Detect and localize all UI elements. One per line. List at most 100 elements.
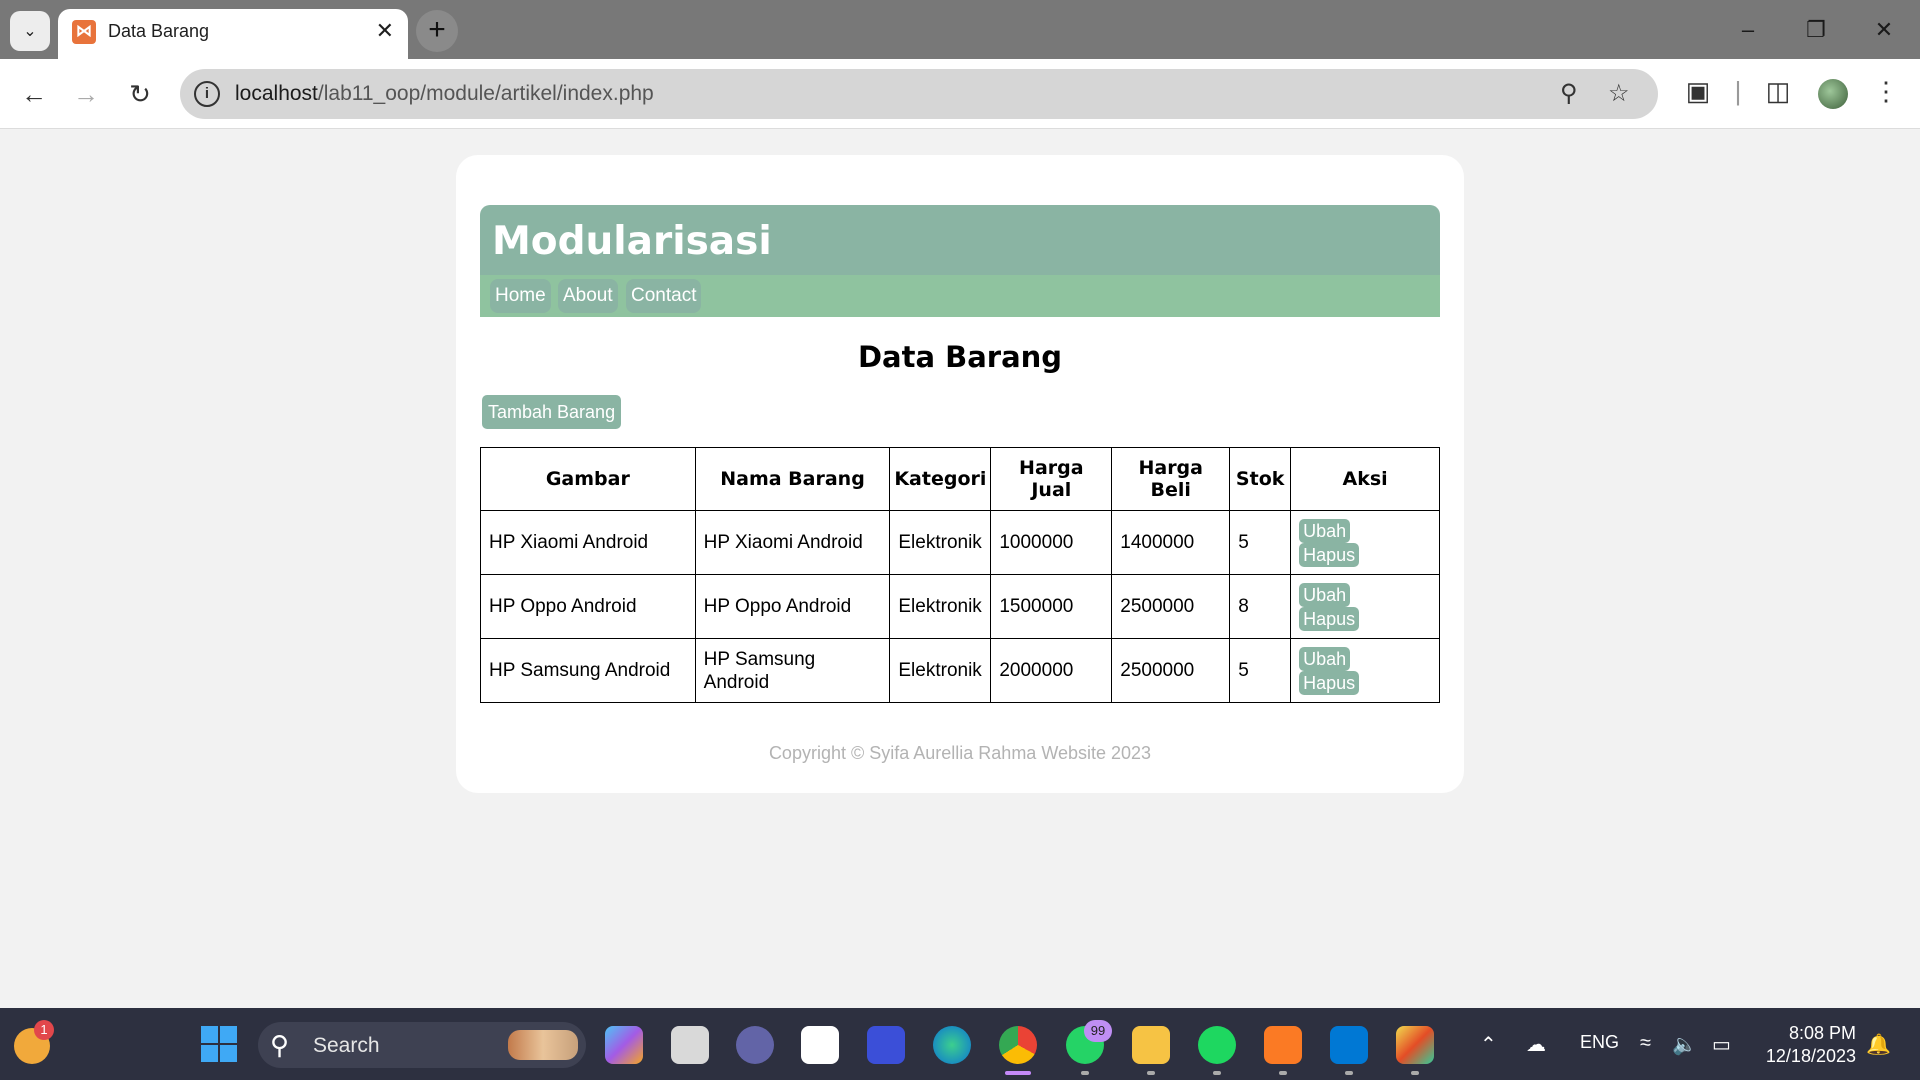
file-explorer-icon[interactable] — [1132, 1026, 1170, 1064]
url-text[interactable]: localhost/lab11_oop/module/artikel/index… — [235, 82, 654, 106]
bookmark-star-icon[interactable]: ☆ — [1608, 79, 1630, 108]
close-tab-icon[interactable]: ✕ — [376, 19, 394, 43]
delete-button[interactable]: Hapus — [1299, 606, 1360, 631]
cell-harga-beli: 2500000 — [1111, 638, 1231, 703]
running-indicator — [1345, 1071, 1353, 1075]
running-indicator — [1081, 1071, 1089, 1075]
chevron-down-icon: ⌄ — [23, 23, 37, 40]
spotify-icon[interactable] — [1198, 1026, 1236, 1064]
app-icon[interactable] — [1396, 1026, 1434, 1064]
site-info-icon[interactable]: i — [194, 81, 220, 107]
forward-icon[interactable]: → — [66, 74, 106, 114]
extensions-icon[interactable]: ▣ — [1680, 76, 1716, 107]
weather-badge: 1 — [34, 1020, 54, 1040]
cell-nama: HP Oppo Android — [694, 574, 891, 639]
site-nav: Home About Contact — [480, 275, 1440, 317]
clock-date: 12/18/2023 — [1765, 1046, 1856, 1066]
microsoft-store-icon[interactable] — [801, 1026, 839, 1064]
table-row: HP Oppo Android HP Oppo Android Elektron… — [480, 574, 1440, 639]
nav-home-link[interactable]: Home — [490, 279, 551, 313]
reload-icon[interactable]: ↻ — [120, 74, 160, 114]
col-gambar: Gambar — [480, 447, 696, 511]
running-indicator — [1213, 1071, 1221, 1075]
cell-harga-jual: 1000000 — [990, 510, 1113, 575]
new-tab-button[interactable]: + — [416, 10, 458, 52]
search-highlight-art — [508, 1030, 578, 1060]
chat-icon[interactable] — [736, 1026, 774, 1064]
volume-icon[interactable]: 🔈 — [1672, 1032, 1697, 1057]
col-harga-beli: Harga Beli — [1111, 447, 1231, 511]
notification-bell-icon[interactable]: 🔔 — [1866, 1032, 1891, 1057]
delete-button[interactable]: Hapus — [1299, 542, 1360, 567]
cell-harga-jual: 1500000 — [990, 574, 1113, 639]
active-app-indicator — [1005, 1071, 1031, 1075]
cell-harga-beli: 1400000 — [1111, 510, 1231, 575]
task-view-icon[interactable] — [671, 1026, 709, 1064]
browser-titlebar: ⌄ ⋈ Data Barang ✕ + – ❐ ✕ — [0, 0, 1920, 59]
site-title: Modularisasi — [492, 219, 772, 264]
windows-start-icon[interactable] — [201, 1026, 237, 1062]
browser-toolbar: ← → ↻ i localhost/lab11_oop/module/artik… — [0, 59, 1920, 129]
add-item-button[interactable]: Tambah Barang — [482, 395, 622, 429]
table-row: HP Samsung Android HP Samsung Android El… — [480, 638, 1440, 703]
toolbar-divider: | — [1734, 76, 1742, 106]
cell-aksi: Ubah Hapus — [1290, 510, 1440, 575]
profile-avatar[interactable] — [1818, 79, 1848, 109]
col-stok: Stok — [1229, 447, 1292, 511]
copilot-icon[interactable] — [605, 1026, 643, 1064]
browser-tab[interactable]: ⋈ Data Barang ✕ — [58, 9, 408, 59]
back-icon[interactable]: ← — [14, 74, 54, 114]
tab-search-button[interactable]: ⌄ — [10, 11, 50, 51]
col-harga-jual: Harga Jual — [990, 447, 1113, 511]
whatsapp-badge: 99 — [1084, 1020, 1112, 1042]
xampp-icon[interactable] — [1264, 1026, 1302, 1064]
edit-button[interactable]: Ubah — [1299, 582, 1351, 607]
edit-button[interactable]: Ubah — [1299, 646, 1351, 671]
more-menu-icon[interactable]: ⋮ — [1868, 76, 1904, 107]
cell-stok: 5 — [1229, 638, 1292, 703]
col-kategori: Kategori — [889, 447, 992, 511]
nav-about-link[interactable]: About — [558, 279, 618, 313]
nav-contact-link[interactable]: Contact — [626, 279, 702, 313]
table-header-row: Gambar Nama Barang Kategori Harga Jual Ha… — [480, 447, 1440, 511]
app-icon[interactable] — [867, 1026, 905, 1064]
chrome-icon[interactable] — [999, 1026, 1037, 1064]
clock-time: 8:08 PM — [1788, 1023, 1856, 1043]
wifi-icon[interactable]: ≈ — [1640, 1032, 1651, 1055]
edit-button[interactable]: Ubah — [1299, 518, 1351, 543]
col-nama-barang: Nama Barang — [694, 447, 891, 511]
address-bar[interactable]: i localhost/lab11_oop/module/artikel/ind… — [180, 69, 1658, 119]
cell-stok: 8 — [1229, 574, 1292, 639]
taskbar-search[interactable]: ⚲ Search — [258, 1022, 586, 1068]
running-indicator — [1279, 1071, 1287, 1075]
page-viewport: Modularisasi Home About Contact Data Bar… — [0, 130, 1920, 1080]
battery-icon[interactable]: ▭ — [1712, 1032, 1731, 1057]
minimize-icon[interactable]: – — [1728, 14, 1768, 46]
cell-harga-jual: 2000000 — [990, 638, 1113, 703]
side-panel-icon[interactable]: ◫ — [1760, 76, 1796, 107]
site-header: Modularisasi — [480, 205, 1440, 275]
xampp-favicon-icon: ⋈ — [72, 20, 96, 44]
restore-icon[interactable]: ❐ — [1796, 14, 1836, 46]
cell-stok: 5 — [1229, 510, 1292, 575]
close-window-icon[interactable]: ✕ — [1864, 14, 1904, 46]
windows-taskbar: 1 ⚲ Search 99 ⌃ ☁ ENG ≈ 🔈 ▭ 8:08 PM 12/1… — [0, 1008, 1920, 1080]
vscode-icon[interactable] — [1330, 1026, 1368, 1064]
delete-button[interactable]: Hapus — [1299, 670, 1360, 695]
broken-image-alt: HP Xiaomi Android — [480, 510, 696, 575]
taskbar-clock[interactable]: 8:08 PM 12/18/2023 — [1760, 1022, 1856, 1068]
running-indicator — [1411, 1071, 1419, 1075]
cell-kategori: Elektronik — [889, 574, 992, 639]
cell-kategori: Elektronik — [889, 510, 992, 575]
edge-icon[interactable] — [933, 1026, 971, 1064]
cell-nama: HP Xiaomi Android — [694, 510, 891, 575]
table-row: HP Xiaomi Android HP Xiaomi Android Elek… — [480, 510, 1440, 575]
zoom-icon[interactable]: ⚲ — [1560, 79, 1578, 108]
show-hidden-icons-icon[interactable]: ⌃ — [1480, 1032, 1497, 1057]
cell-aksi: Ubah Hapus — [1290, 574, 1440, 639]
running-indicator — [1147, 1071, 1155, 1075]
search-icon: ⚲ — [270, 1030, 290, 1060]
language-indicator[interactable]: ENG — [1580, 1032, 1619, 1053]
items-table: Gambar Nama Barang Kategori Harga Jual Ha… — [480, 447, 1440, 703]
onedrive-icon[interactable]: ☁ — [1526, 1032, 1546, 1057]
